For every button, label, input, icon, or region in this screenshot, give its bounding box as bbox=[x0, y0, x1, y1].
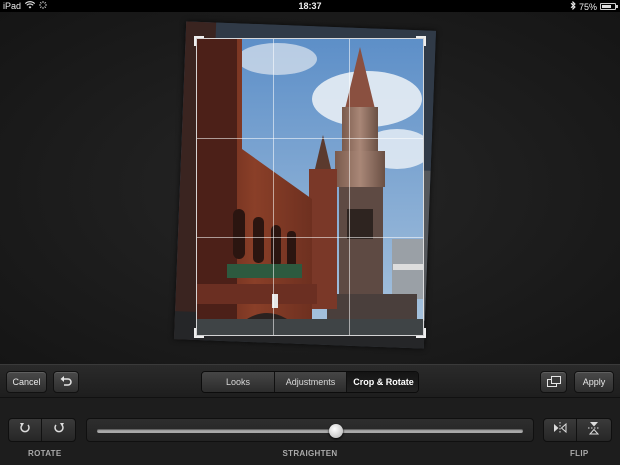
status-bar: iPad 18:37 75% bbox=[0, 0, 620, 12]
edit-toolbar: Cancel Looks Adjustments Crop & Rotate A… bbox=[0, 364, 620, 398]
battery-icon bbox=[600, 3, 618, 10]
crop-handle-top-right[interactable] bbox=[416, 36, 426, 46]
compare-icon bbox=[546, 375, 561, 389]
undo-button[interactable] bbox=[53, 371, 79, 393]
flip-vertical-icon bbox=[587, 421, 600, 440]
flip-vertical-button[interactable] bbox=[577, 419, 610, 441]
crop-handle-bottom-right[interactable] bbox=[416, 328, 426, 338]
rotate-buttons bbox=[8, 418, 76, 442]
crop-handle-bottom-left[interactable] bbox=[194, 328, 204, 338]
flip-label: FLIP bbox=[570, 449, 589, 458]
flip-horizontal-icon bbox=[553, 421, 567, 439]
straighten-track bbox=[97, 424, 523, 438]
crop-frame[interactable] bbox=[196, 38, 424, 336]
edit-mode-tabs: Looks Adjustments Crop & Rotate bbox=[201, 371, 419, 393]
crop-grid-line bbox=[197, 138, 423, 139]
crop-handle-top-left[interactable] bbox=[194, 36, 204, 46]
flip-horizontal-button[interactable] bbox=[544, 419, 577, 441]
battery-percent: 75% bbox=[578, 1, 597, 12]
status-time: 18:37 bbox=[298, 1, 322, 11]
apply-button[interactable]: Apply bbox=[574, 371, 614, 393]
flip-buttons bbox=[543, 418, 612, 442]
crop-grid-line bbox=[349, 39, 350, 335]
straighten-label: STRAIGHTEN bbox=[282, 449, 338, 458]
tab-looks[interactable]: Looks bbox=[202, 372, 275, 392]
photo-image bbox=[197, 39, 423, 335]
crop-grid-line bbox=[273, 39, 274, 335]
rotate-left-button[interactable] bbox=[9, 419, 42, 441]
compare-button[interactable] bbox=[540, 371, 567, 393]
rotate-right-button[interactable] bbox=[42, 419, 75, 441]
crop-grid-line bbox=[197, 237, 423, 238]
rotate-left-icon bbox=[19, 421, 31, 439]
straighten-thumb[interactable] bbox=[328, 424, 343, 438]
bluetooth-icon bbox=[570, 0, 576, 12]
rotate-right-icon bbox=[53, 421, 65, 439]
tab-crop-rotate[interactable]: Crop & Rotate bbox=[347, 372, 418, 392]
crop-controls: ROTATE STRAIGHTEN FLIP bbox=[0, 398, 620, 465]
straighten-slider[interactable] bbox=[86, 418, 534, 442]
undo-icon bbox=[60, 376, 72, 388]
cancel-button[interactable]: Cancel bbox=[6, 371, 47, 393]
tab-adjustments[interactable]: Adjustments bbox=[275, 372, 347, 392]
